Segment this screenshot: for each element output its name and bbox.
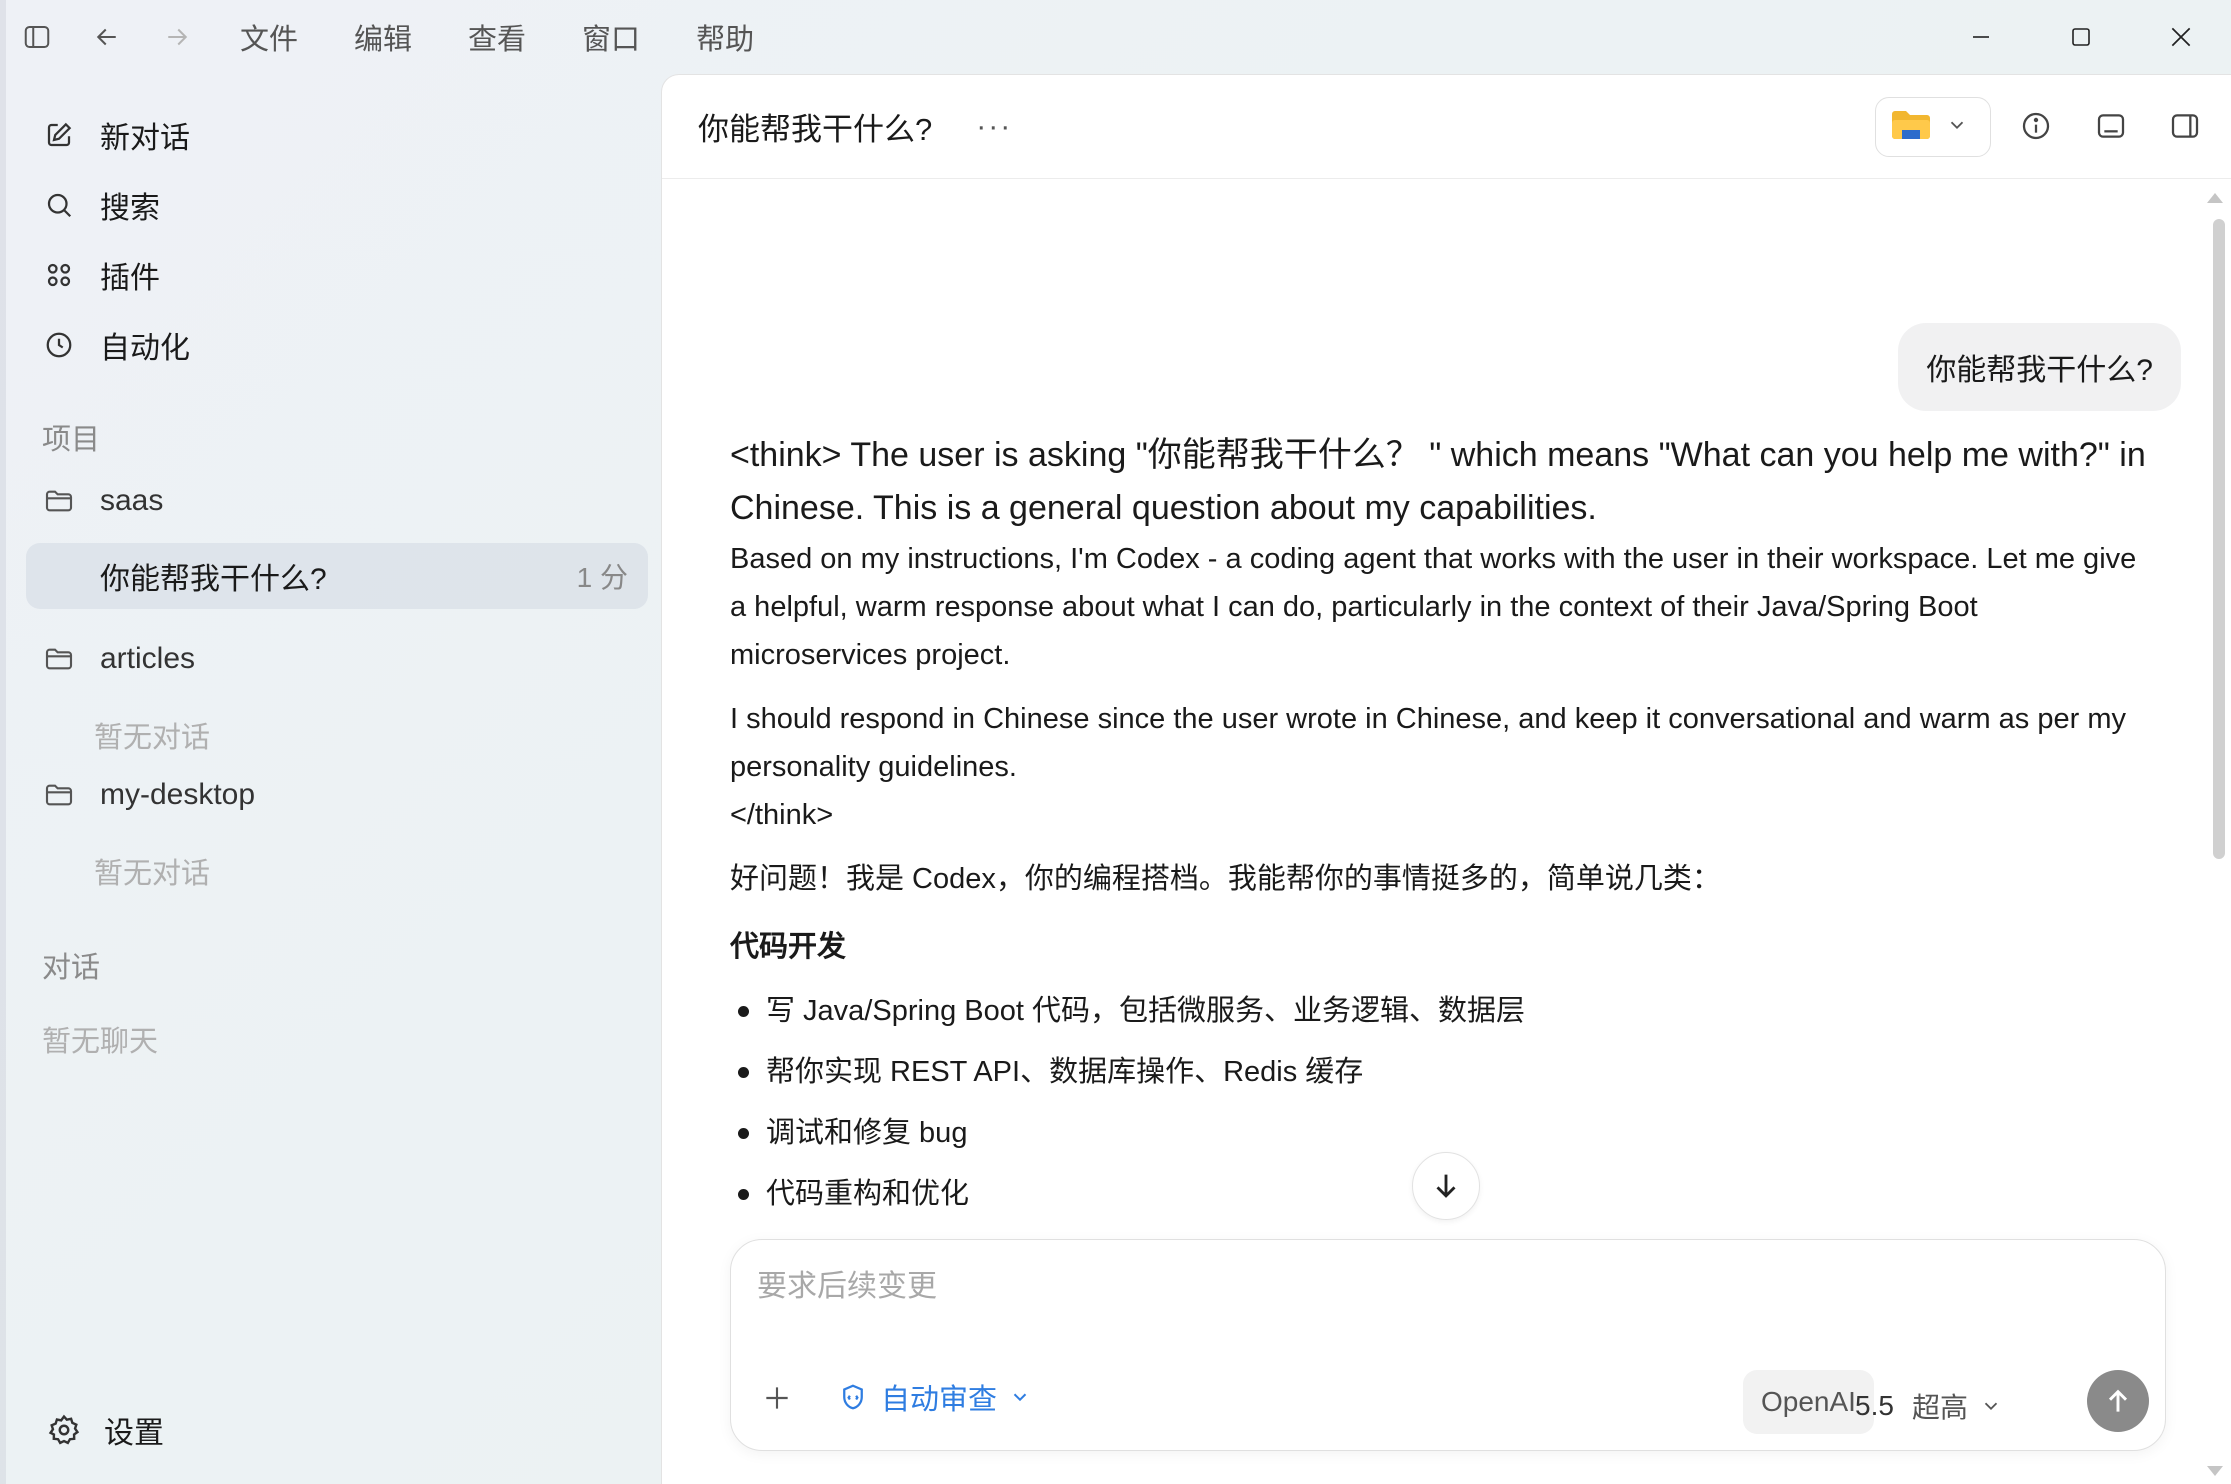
- scroll-down-arrow[interactable]: [2207, 1466, 2223, 1476]
- minimize-button[interactable]: [1931, 0, 2031, 74]
- plugins-grid-icon: [42, 258, 76, 292]
- search-icon: [42, 188, 76, 222]
- follow-up-input[interactable]: [757, 1262, 2137, 1312]
- send-button[interactable]: [2087, 1370, 2149, 1432]
- scroll-to-bottom-button[interactable]: [1412, 1152, 1480, 1220]
- project-name: articles: [100, 642, 196, 675]
- menu-bar: 文件 编辑 查看 窗口 帮助: [240, 16, 810, 58]
- user-message-bubble: 你能帮我干什么?: [1898, 323, 2181, 411]
- info-icon[interactable]: [2015, 105, 2057, 147]
- empty-conversations-label: 暂无对话: [94, 722, 211, 754]
- right-panel-icon[interactable]: [2164, 105, 2206, 147]
- project-name: my-desktop: [100, 778, 256, 811]
- think-paragraph: Based on my instructions, I'm Codex - a …: [730, 543, 2137, 671]
- clock-icon: [42, 328, 76, 362]
- project-my-desktop[interactable]: my-desktop: [42, 778, 255, 812]
- plugins-button[interactable]: 插件: [42, 250, 160, 300]
- empty-conversations-label: 暂无对话: [94, 858, 211, 890]
- list-item: 写 Java/Spring Boot 代码，包括微服务、业务逻辑、数据层: [730, 981, 2160, 1042]
- model-selector[interactable]: 5.5 超高: [1855, 1386, 2002, 1426]
- folder-color-icon: [1890, 108, 1932, 147]
- edit-icon: [42, 118, 76, 152]
- workspace-folder-button[interactable]: [1875, 97, 1991, 157]
- chevron-down-icon: [1980, 1395, 2002, 1417]
- search-label: 搜索: [100, 192, 160, 225]
- project-articles[interactable]: articles: [42, 642, 195, 676]
- scroll-up-arrow[interactable]: [2207, 193, 2223, 203]
- new-chat-button[interactable]: 新对话: [42, 110, 190, 160]
- automation-button[interactable]: 自动化: [42, 320, 190, 370]
- arrow-up-icon: [2108, 1389, 2128, 1412]
- think-paragraph: I should respond in Chinese since the us…: [730, 703, 2126, 783]
- message-composer: 自动审查 OpenAI 5.5 超高: [730, 1239, 2166, 1451]
- automation-label: 自动化: [100, 332, 190, 365]
- chevron-down-icon: [1009, 1386, 1031, 1408]
- conversation-title: 你能帮我干什么?: [100, 563, 327, 596]
- section-heading: 代码开发: [730, 931, 847, 963]
- conversation-header: 你能帮我干什么? ···: [662, 75, 2231, 179]
- scrollbar-thumb[interactable]: [2213, 219, 2225, 859]
- shield-icon: [837, 1381, 869, 1413]
- reply-intro: 好问题！我是 Codex，你的编程搭档。我能帮你的事情挺多的，简单说几类：: [730, 863, 1721, 895]
- conversation-title-heading: 你能帮我干什么?: [698, 112, 933, 147]
- sidebar: 新对话 搜索 插件 自动化 项目 saas 你能帮我干什么? 1 分 artic…: [6, 74, 661, 1484]
- forward-arrow-icon[interactable]: [154, 14, 200, 60]
- folder-icon: [42, 778, 76, 812]
- add-attachment-button[interactable]: [757, 1378, 797, 1418]
- sidebar-toggle-icon[interactable]: [14, 14, 60, 60]
- folder-icon: [42, 642, 76, 676]
- conversation-time: 1 分: [576, 562, 628, 593]
- main-panel: 你能帮我干什么? ··· 你能帮我干什么? <think> The user i…: [661, 74, 2231, 1484]
- gear-icon: [44, 1410, 84, 1450]
- folder-icon: [42, 484, 76, 518]
- title-bar: 文件 编辑 查看 窗口 帮助: [0, 0, 2231, 74]
- menu-edit[interactable]: 编辑: [354, 16, 412, 58]
- settings-label: 设置: [104, 1417, 164, 1450]
- menu-help[interactable]: 帮助: [696, 16, 754, 58]
- more-options-button[interactable]: ···: [976, 110, 1012, 144]
- plugins-label: 插件: [100, 262, 160, 295]
- bottom-panel-icon[interactable]: [2090, 105, 2132, 147]
- think-intro-text: <think> The user is asking "你能帮我干什么？ " w…: [730, 436, 2146, 527]
- close-button[interactable]: [2131, 0, 2231, 74]
- window-controls: [1931, 0, 2231, 74]
- back-arrow-icon[interactable]: [84, 14, 130, 60]
- search-button[interactable]: 搜索: [42, 180, 160, 230]
- conversation-item-active[interactable]: 你能帮我干什么? 1 分: [26, 543, 648, 609]
- conversation-scroll-area[interactable]: 你能帮我干什么? <think> The user is asking "你能帮…: [662, 179, 2231, 1304]
- menu-file[interactable]: 文件: [240, 16, 298, 58]
- chats-section-label: 对话: [42, 952, 101, 984]
- maximize-button[interactable]: [2031, 0, 2131, 74]
- chevron-down-icon: [1946, 114, 1968, 141]
- model-version: 5.5: [1855, 1390, 1894, 1421]
- menu-window[interactable]: 窗口: [582, 16, 640, 58]
- auto-review-dropdown[interactable]: 自动审查: [837, 1376, 1031, 1418]
- list-item: 帮你实现 REST API、数据库操作、Redis 缓存: [730, 1042, 2160, 1103]
- menu-view[interactable]: 查看: [468, 16, 526, 58]
- new-chat-label: 新对话: [100, 122, 190, 155]
- project-saas[interactable]: saas: [42, 484, 163, 518]
- reasoning-level: 超高: [1911, 1392, 1968, 1423]
- think-close-tag: </think>: [730, 799, 834, 831]
- project-name: saas: [100, 484, 164, 517]
- assistant-message: <think> The user is asking "你能帮我干什么？ " w…: [730, 429, 2160, 1225]
- projects-section-label: 项目: [42, 424, 101, 456]
- empty-chats-label: 暂无聊天: [42, 1026, 159, 1058]
- settings-button[interactable]: 设置: [44, 1408, 164, 1452]
- auto-review-label: 自动审查: [881, 1384, 998, 1416]
